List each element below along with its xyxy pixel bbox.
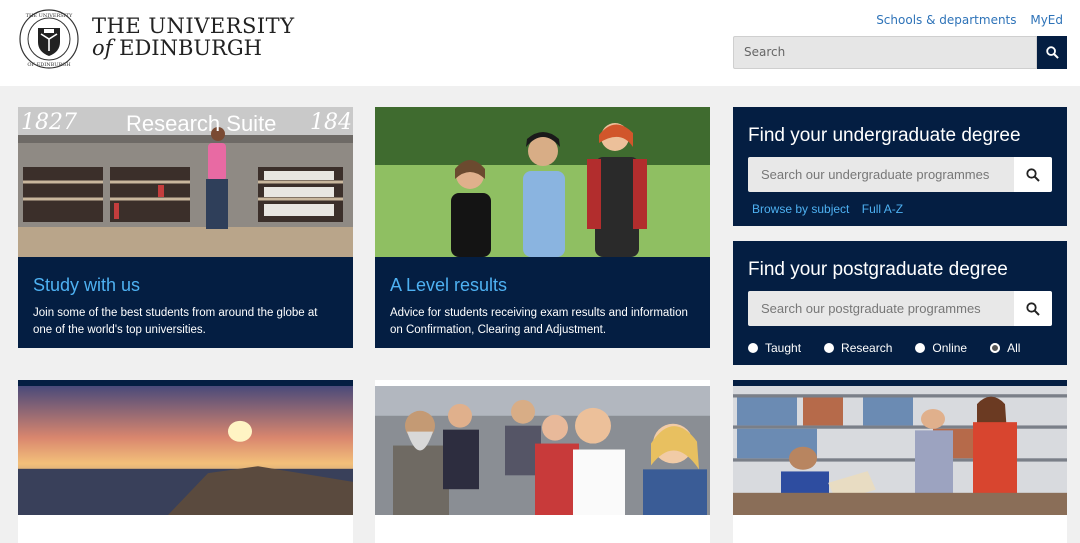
logo-of: of <box>92 36 113 60</box>
radio-all-icon <box>990 343 1001 353</box>
image-caption-research-suite: Research Suite <box>126 111 276 136</box>
schools-departments-link[interactable]: Schools & departments <box>876 13 1016 27</box>
full-a-z-link[interactable]: Full A-Z <box>862 202 903 216</box>
group-photo-card[interactable] <box>375 380 710 543</box>
site-logo[interactable]: THE UNIVERSITY of EDINBURGH <box>92 16 295 59</box>
postgraduate-title: Find your postgraduate degree <box>748 259 1008 280</box>
study-with-us-desc: Join some of the best students from arou… <box>33 307 318 336</box>
edinburgh-sunset-card[interactable] <box>18 380 353 543</box>
search-icon <box>1045 46 1059 59</box>
sunset-image <box>18 386 353 515</box>
undergraduate-search-button[interactable] <box>1014 157 1052 192</box>
search-icon <box>1026 301 1040 316</box>
undergraduate-title: Find your undergraduate degree <box>748 125 1021 146</box>
a-level-results-desc: Advice for students receiving exam resul… <box>390 307 688 336</box>
postgraduate-search-button[interactable] <box>1014 291 1052 326</box>
radio-all-label: All <box>1007 341 1021 355</box>
radio-research-label: Research <box>841 341 893 355</box>
logo-line2: of EDINBURGH <box>92 38 295 59</box>
university-crest-icon[interactable]: THE UNIVERSITY OF EDINBURGH <box>18 8 80 70</box>
radio-taught-icon <box>748 343 758 353</box>
radio-all[interactable]: All <box>990 341 1020 355</box>
search-icon <box>1026 167 1040 182</box>
site-search-button[interactable] <box>1037 36 1067 69</box>
study-with-us-title[interactable]: Study with us <box>33 275 140 296</box>
postgraduate-search-input[interactable]: Search our postgraduate programmes <box>748 291 1014 326</box>
a-level-results-title[interactable]: A Level results <box>390 275 507 296</box>
site-header: THE UNIVERSITY OF EDINBURGH THE UNIVERSI… <box>0 0 1080 86</box>
undergraduate-search-input[interactable]: Search our undergraduate programmes <box>748 157 1014 192</box>
a-level-results-card[interactable]: A Level results Advice for students rece… <box>375 107 710 348</box>
library-card[interactable] <box>733 380 1067 543</box>
myed-link[interactable]: MyEd <box>1030 13 1063 27</box>
logo-line1: THE UNIVERSITY <box>92 14 295 38</box>
postgraduate-search-panel: Find your postgraduate degree Search our… <box>733 241 1067 365</box>
undergraduate-search-panel: Find your undergraduate degree Search ou… <box>733 107 1067 226</box>
logo-edinburgh: EDINBURGH <box>119 36 262 60</box>
site-search-input[interactable]: Search <box>733 36 1037 69</box>
radio-online[interactable]: Online <box>915 341 967 355</box>
postgraduate-type-options: Taught Research Online All <box>748 341 1043 355</box>
top-links: Schools & departments MyEd <box>866 13 1063 27</box>
research-suite-image: 1827 Research Suite 184 <box>18 107 353 257</box>
radio-research[interactable]: Research <box>824 341 892 355</box>
radio-taught[interactable]: Taught <box>748 341 801 355</box>
radio-online-icon <box>915 343 926 353</box>
radio-online-label: Online <box>932 341 968 355</box>
students-image <box>375 107 710 257</box>
browse-by-subject-link[interactable]: Browse by subject <box>752 202 849 216</box>
svg-text:OF EDINBURGH: OF EDINBURGH <box>27 62 71 68</box>
image-caption-left: 1827 <box>21 110 77 135</box>
image-caption-right: 184 <box>310 110 352 135</box>
study-with-us-card[interactable]: 1827 Research Suite 184 Study with us Jo… <box>18 107 353 348</box>
undergraduate-links: Browse by subject Full A-Z <box>752 202 912 216</box>
svg-text:THE UNIVERSITY: THE UNIVERSITY <box>26 13 73 19</box>
library-image <box>733 386 1067 515</box>
radio-research-icon <box>824 343 835 353</box>
radio-taught-label: Taught <box>765 341 802 355</box>
group-photo-image <box>375 386 710 515</box>
